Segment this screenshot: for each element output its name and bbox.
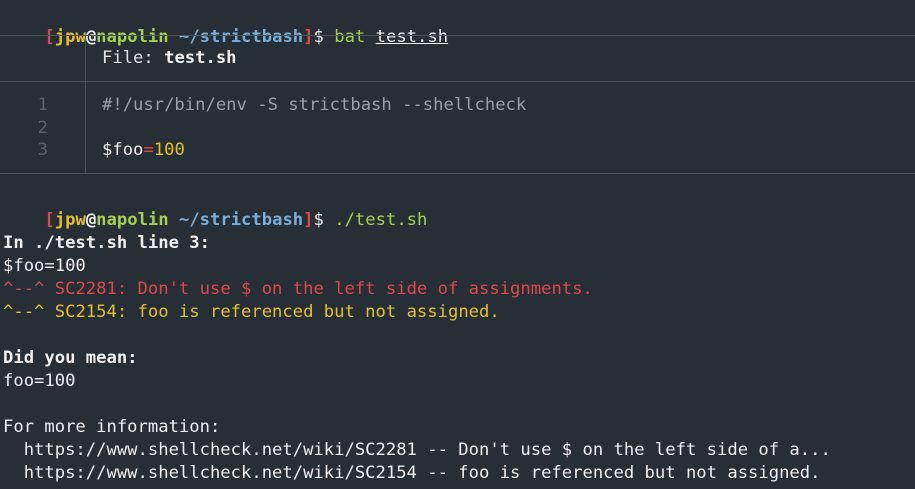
output-warning-line: ^--^ SC2154: foo is referenced but not a… <box>3 301 831 324</box>
output-link-sc2281[interactable]: https://www.shellcheck.net/wiki/SC2281 -… <box>3 439 831 462</box>
error-text: SC2281: Don't use $ on the left side of … <box>44 279 593 299</box>
output-did-you-mean: Did you mean: <box>3 348 138 368</box>
output-location: In ./test.sh line 3: <box>3 233 210 253</box>
prompt-open-bracket: [ <box>44 210 55 230</box>
output-suggestion: foo=100 <box>3 371 76 391</box>
shellcheck-output: In ./test.sh line 3: $foo=100 ^--^ SC228… <box>3 232 831 485</box>
prompt-host: napolin <box>96 210 169 230</box>
warning-text: SC2154: foo is referenced but not assign… <box>44 302 500 322</box>
output-link-sc2154[interactable]: https://www.shellcheck.net/wiki/SC2154 -… <box>3 462 831 485</box>
warning-marker: ^--^ <box>3 302 45 322</box>
prompt-at: @ <box>85 210 97 230</box>
output-more-info: For more information: <box>3 417 221 437</box>
output-error-line: ^--^ SC2281: Don't use $ on the left sid… <box>3 278 831 301</box>
output-source: $foo=100 <box>3 256 86 276</box>
command-run-script: ./test.sh <box>334 210 428 230</box>
prompt-user: jpw <box>54 210 86 230</box>
prompt-line-2: [jpw@napolin ~/strictbash]$ ./test.sh <box>3 186 427 230</box>
prompt-close-bracket: ] <box>303 210 314 230</box>
prompt-cwd: ~/strictbash <box>178 210 304 230</box>
terminal-output: [jpw@napolin ~/strictbash]$ ./test.sh In… <box>3 0 915 489</box>
error-marker: ^--^ <box>3 279 45 299</box>
prompt-dollar: $ <box>313 210 324 230</box>
